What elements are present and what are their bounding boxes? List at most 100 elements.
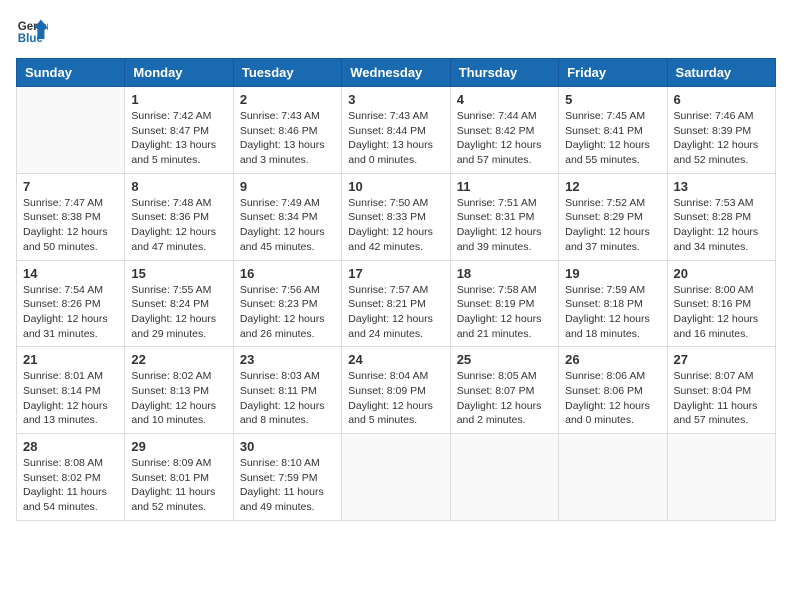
day-info: Sunrise: 7:46 AM Sunset: 8:39 PM Dayligh… [674,109,769,168]
day-number: 4 [457,92,552,107]
calendar-cell: 10 Sunrise: 7:50 AM Sunset: 8:33 PM Dayli… [342,173,450,260]
day-info: Sunrise: 8:02 AM Sunset: 8:13 PM Dayligh… [131,369,226,428]
day-number: 28 [23,439,118,454]
calendar-cell: 29 Sunrise: 8:09 AM Sunset: 8:01 PM Dayli… [125,434,233,521]
day-info: Sunrise: 7:57 AM Sunset: 8:21 PM Dayligh… [348,283,443,342]
day-number: 7 [23,179,118,194]
day-number: 27 [674,352,769,367]
day-number: 30 [240,439,335,454]
logo-icon: General Blue [16,16,48,48]
calendar-cell [342,434,450,521]
calendar-cell [17,87,125,174]
day-number: 1 [131,92,226,107]
day-info: Sunrise: 7:55 AM Sunset: 8:24 PM Dayligh… [131,283,226,342]
page-header: General Blue [16,16,776,48]
day-info: Sunrise: 8:05 AM Sunset: 8:07 PM Dayligh… [457,369,552,428]
day-info: Sunrise: 7:54 AM Sunset: 8:26 PM Dayligh… [23,283,118,342]
calendar-week-row: 7 Sunrise: 7:47 AM Sunset: 8:38 PM Daylig… [17,173,776,260]
calendar-cell: 14 Sunrise: 7:54 AM Sunset: 8:26 PM Dayli… [17,260,125,347]
calendar-cell: 26 Sunrise: 8:06 AM Sunset: 8:06 PM Dayli… [559,347,667,434]
calendar-week-row: 14 Sunrise: 7:54 AM Sunset: 8:26 PM Dayli… [17,260,776,347]
day-number: 25 [457,352,552,367]
calendar-cell: 24Sunrise: 8:04 AM Sunset: 8:09 PM Dayli… [342,347,450,434]
day-info: Sunrise: 8:01 AM Sunset: 8:14 PM Dayligh… [23,369,118,428]
day-number: 3 [348,92,443,107]
day-number: 17 [348,266,443,281]
day-info: Sunrise: 7:53 AM Sunset: 8:28 PM Dayligh… [674,196,769,255]
day-info: Sunrise: 7:45 AM Sunset: 8:41 PM Dayligh… [565,109,660,168]
day-info: Sunrise: 7:44 AM Sunset: 8:42 PM Dayligh… [457,109,552,168]
calendar-cell [667,434,775,521]
calendar-cell: 9 Sunrise: 7:49 AM Sunset: 8:34 PM Daylig… [233,173,341,260]
day-info: Sunrise: 7:49 AM Sunset: 8:34 PM Dayligh… [240,196,335,255]
calendar-cell: 2 Sunrise: 7:43 AM Sunset: 8:46 PM Daylig… [233,87,341,174]
calendar-week-row: 21 Sunrise: 8:01 AM Sunset: 8:14 PM Dayli… [17,347,776,434]
day-number: 29 [131,439,226,454]
calendar-cell: 15 Sunrise: 7:55 AM Sunset: 8:24 PM Dayli… [125,260,233,347]
calendar-cell: 7 Sunrise: 7:47 AM Sunset: 8:38 PM Daylig… [17,173,125,260]
day-info: Sunrise: 8:00 AM Sunset: 8:16 PM Dayligh… [674,283,769,342]
calendar-cell: 12 Sunrise: 7:52 AM Sunset: 8:29 PM Dayli… [559,173,667,260]
calendar-cell: 1 Sunrise: 7:42 AM Sunset: 8:47 PM Daylig… [125,87,233,174]
day-info: Sunrise: 8:03 AM Sunset: 8:11 PM Dayligh… [240,369,335,428]
day-info: Sunrise: 7:43 AM Sunset: 8:44 PM Dayligh… [348,109,443,168]
day-info: Sunrise: 7:42 AM Sunset: 8:47 PM Dayligh… [131,109,226,168]
calendar-cell: 19 Sunrise: 7:59 AM Sunset: 8:18 PM Dayli… [559,260,667,347]
day-info: Sunrise: 7:56 AM Sunset: 8:23 PM Dayligh… [240,283,335,342]
calendar-cell: 18 Sunrise: 7:58 AM Sunset: 8:19 PM Dayli… [450,260,558,347]
calendar-cell: 21 Sunrise: 8:01 AM Sunset: 8:14 PM Dayli… [17,347,125,434]
calendar-cell: 4 Sunrise: 7:44 AM Sunset: 8:42 PM Daylig… [450,87,558,174]
calendar-cell: 6 Sunrise: 7:46 AM Sunset: 8:39 PM Daylig… [667,87,775,174]
day-number: 16 [240,266,335,281]
col-header-wednesday: Wednesday [342,59,450,87]
calendar-cell: 3 Sunrise: 7:43 AM Sunset: 8:44 PM Daylig… [342,87,450,174]
day-number: 26 [565,352,660,367]
calendar-week-row: 1 Sunrise: 7:42 AM Sunset: 8:47 PM Daylig… [17,87,776,174]
day-info: Sunrise: 7:50 AM Sunset: 8:33 PM Dayligh… [348,196,443,255]
day-number: 10 [348,179,443,194]
day-number: 19 [565,266,660,281]
day-number: 9 [240,179,335,194]
calendar-cell: 13 Sunrise: 7:53 AM Sunset: 8:28 PM Dayli… [667,173,775,260]
calendar-week-row: 28 Sunrise: 8:08 AM Sunset: 8:02 PM Dayli… [17,434,776,521]
col-header-monday: Monday [125,59,233,87]
day-info: Sunrise: 7:59 AM Sunset: 8:18 PM Dayligh… [565,283,660,342]
calendar-cell: 25 Sunrise: 8:05 AM Sunset: 8:07 PM Dayli… [450,347,558,434]
col-header-friday: Friday [559,59,667,87]
day-info: Sunrise: 8:07 AM Sunset: 8:04 PM Dayligh… [674,369,769,428]
day-number: 6 [674,92,769,107]
day-info: Sunrise: 7:48 AM Sunset: 8:36 PM Dayligh… [131,196,226,255]
day-number: 8 [131,179,226,194]
col-header-saturday: Saturday [667,59,775,87]
calendar-cell: 23 Sunrise: 8:03 AM Sunset: 8:11 PM Dayli… [233,347,341,434]
day-info: Sunrise: 8:08 AM Sunset: 8:02 PM Dayligh… [23,456,118,515]
day-info: Sunrise: 8:09 AM Sunset: 8:01 PM Dayligh… [131,456,226,515]
day-info: Sunrise: 7:52 AM Sunset: 8:29 PM Dayligh… [565,196,660,255]
day-number: 20 [674,266,769,281]
calendar-cell: 5Sunrise: 7:45 AM Sunset: 8:41 PM Daylig… [559,87,667,174]
col-header-sunday: Sunday [17,59,125,87]
calendar-cell [559,434,667,521]
day-info: Sunrise: 7:43 AM Sunset: 8:46 PM Dayligh… [240,109,335,168]
day-number: 21 [23,352,118,367]
day-number: 12 [565,179,660,194]
day-number: 15 [131,266,226,281]
day-number: 18 [457,266,552,281]
day-info: Sunrise: 7:47 AM Sunset: 8:38 PM Dayligh… [23,196,118,255]
day-number: 13 [674,179,769,194]
day-number: 22 [131,352,226,367]
calendar-cell: 30Sunrise: 8:10 AM Sunset: 7:59 PM Dayli… [233,434,341,521]
day-info: Sunrise: 8:06 AM Sunset: 8:06 PM Dayligh… [565,369,660,428]
col-header-tuesday: Tuesday [233,59,341,87]
day-number: 2 [240,92,335,107]
day-info: Sunrise: 7:58 AM Sunset: 8:19 PM Dayligh… [457,283,552,342]
day-number: 14 [23,266,118,281]
calendar-header-row: SundayMondayTuesdayWednesdayThursdayFrid… [17,59,776,87]
calendar-cell: 8 Sunrise: 7:48 AM Sunset: 8:36 PM Daylig… [125,173,233,260]
calendar-table: SundayMondayTuesdayWednesdayThursdayFrid… [16,58,776,521]
calendar-cell: 27 Sunrise: 8:07 AM Sunset: 8:04 PM Dayli… [667,347,775,434]
calendar-cell: 20 Sunrise: 8:00 AM Sunset: 8:16 PM Dayli… [667,260,775,347]
calendar-cell: 11Sunrise: 7:51 AM Sunset: 8:31 PM Dayli… [450,173,558,260]
calendar-cell: 28 Sunrise: 8:08 AM Sunset: 8:02 PM Dayli… [17,434,125,521]
day-number: 23 [240,352,335,367]
